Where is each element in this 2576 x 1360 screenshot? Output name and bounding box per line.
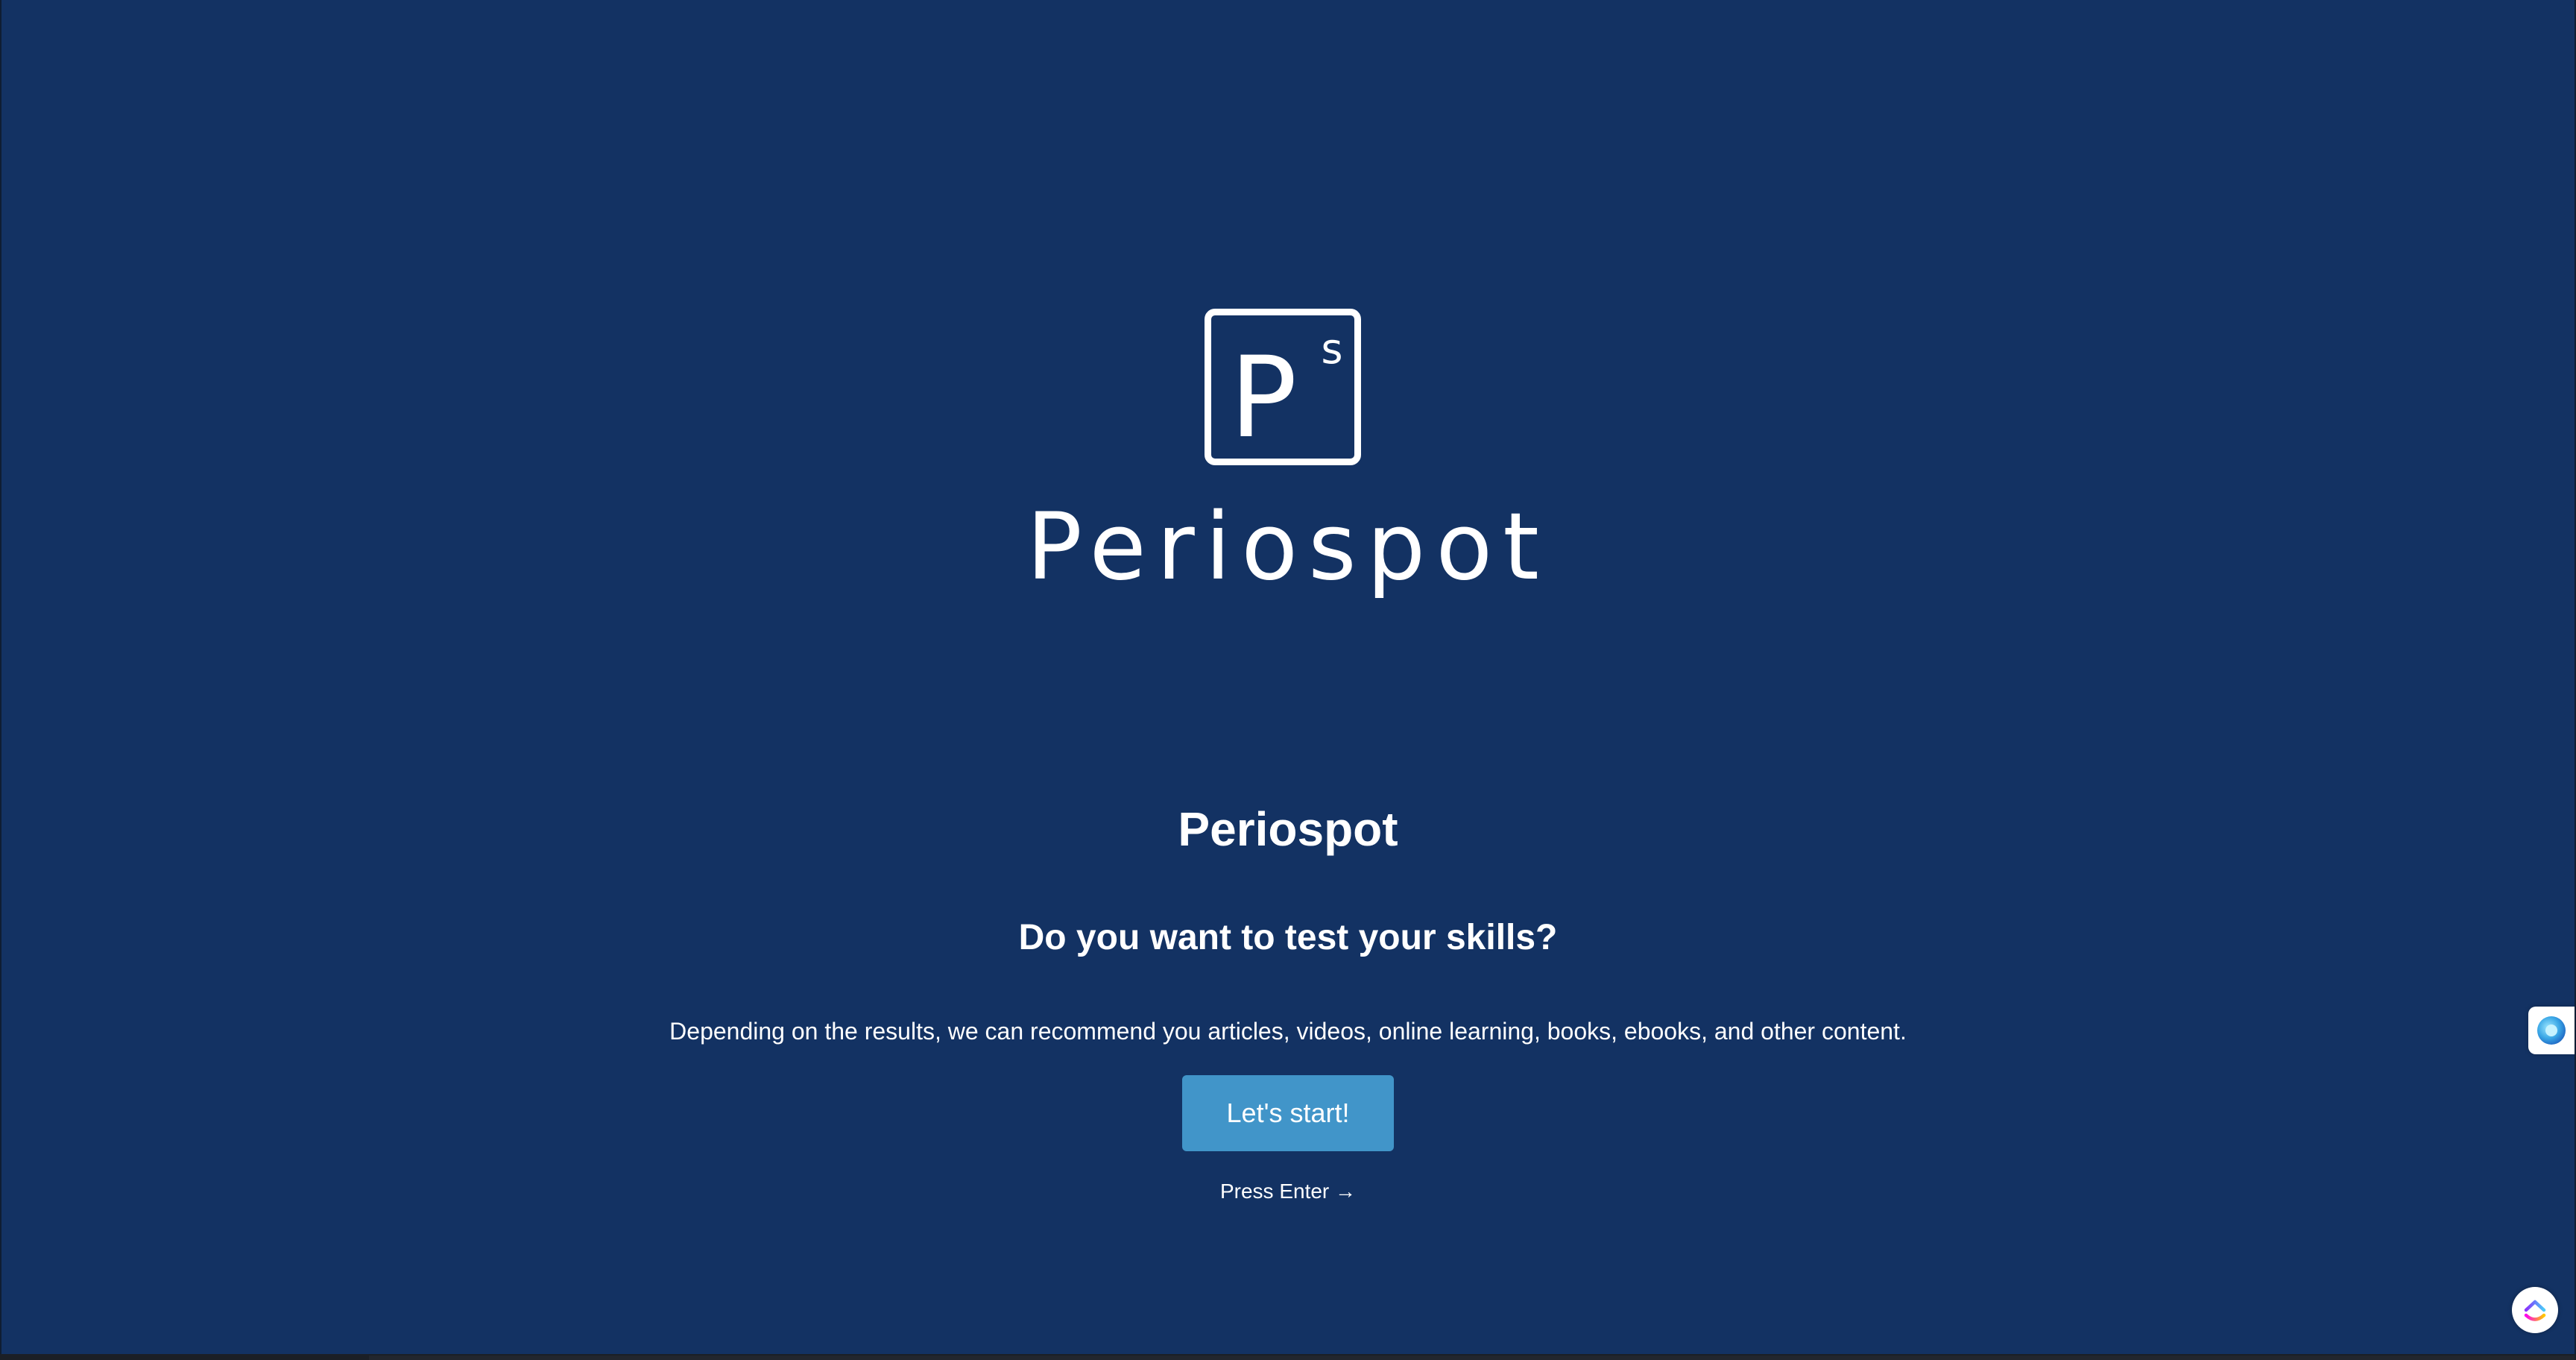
clickup-widget-button[interactable] [2512,1287,2558,1333]
page-subtitle: Do you want to test your skills? [1018,918,1558,957]
welcome-screen: P s Periospot Periospot Do you want to t… [1,0,2575,1355]
logo-wordmark: Periospot [1026,494,1550,601]
periospot-logo: P s Periospot [1,309,2575,607]
window-bottom-edge [0,1354,2576,1360]
logo-letter: P [1230,333,1297,459]
page-title: Periospot [1178,802,1398,856]
press-enter-hint: Press Enter → [1219,1180,1357,1203]
logo-superscript: s [1321,325,1342,374]
description-text: Depending on the results, we can recomme… [669,1018,1907,1045]
start-button[interactable]: Let's start! [1182,1075,1394,1151]
side-assistant-widget[interactable] [2528,1007,2575,1054]
assistant-orb-icon [2537,1016,2566,1045]
logo-icon: P s [1205,309,1361,465]
clickup-icon [2524,1300,2546,1321]
